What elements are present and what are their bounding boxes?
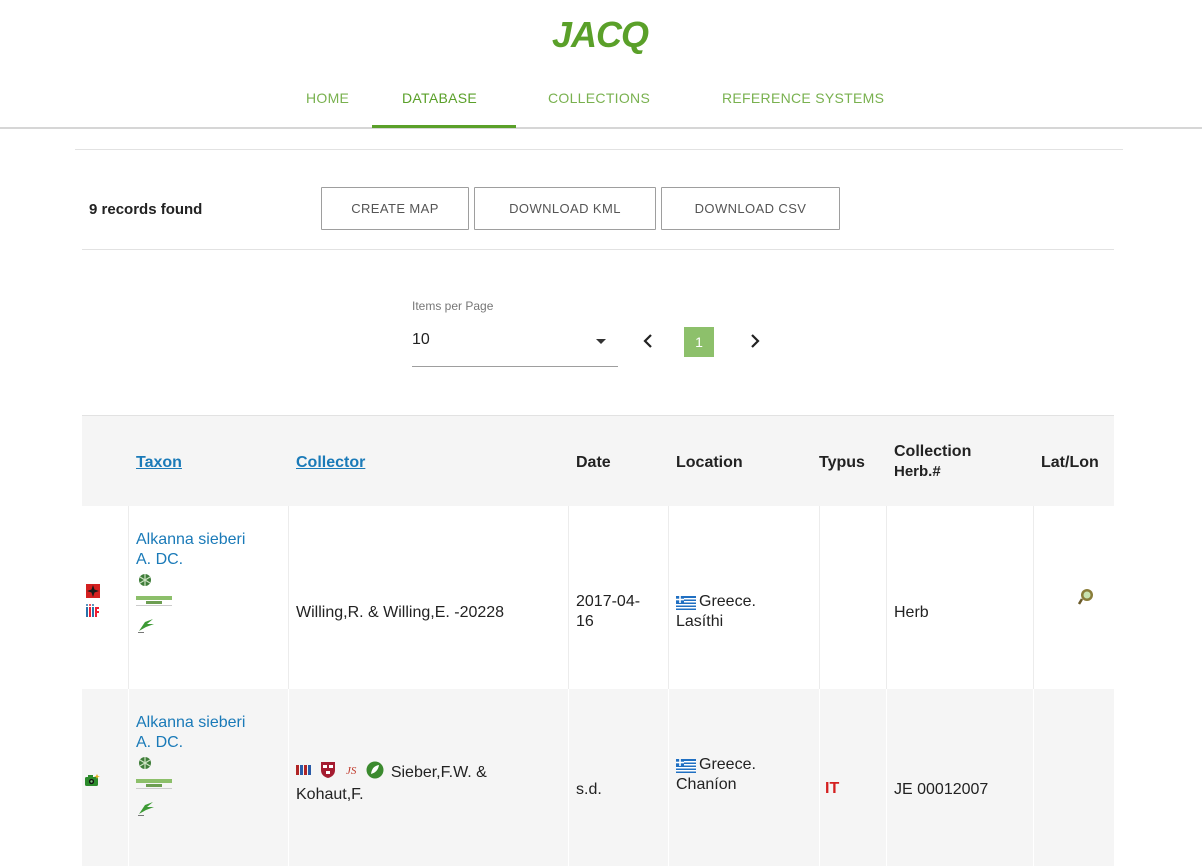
gbif-leaf-icon[interactable]: [366, 761, 384, 785]
header-date: Date: [576, 454, 611, 471]
nav-reference-systems[interactable]: REFERENCE SYSTEMS: [722, 90, 884, 129]
active-tab-indicator: [372, 125, 516, 128]
divider: [75, 149, 1123, 150]
plant-logo-icon[interactable]: [137, 755, 153, 776]
create-map-button[interactable]: CREATE MAP: [321, 187, 469, 230]
europlusmed-icon[interactable]: [136, 776, 172, 797]
typus-badge: IT: [825, 780, 840, 797]
items-per-page-value: 10: [412, 331, 430, 348]
leaf-logo-icon[interactable]: [136, 797, 156, 822]
collector-text: Willing,R. & Willing,E. -20228: [296, 604, 505, 621]
location-text: Greece. Lasíthi: [676, 593, 756, 630]
divider: [82, 249, 1114, 250]
map-pin-icon[interactable]: [1077, 588, 1095, 611]
europlusmed-icon[interactable]: [136, 593, 172, 614]
iiif-icon[interactable]: [86, 604, 100, 623]
items-per-page-select[interactable]: 10: [412, 325, 618, 367]
sort-taxon-link[interactable]: Taxon: [136, 454, 182, 471]
chevron-right-icon[interactable]: [743, 329, 767, 353]
records-count: 9 records found: [89, 201, 203, 218]
header-collection: Collection Herb.#: [894, 443, 972, 480]
collector-cell: JS Sieber,F.W. & Kohaut,F.: [296, 761, 556, 805]
jacq-logo[interactable]: JACQ: [530, 14, 670, 54]
svg-text:JACQ: JACQ: [552, 14, 649, 54]
header-location: Location: [676, 454, 743, 471]
jstor-icon[interactable]: JS: [345, 763, 359, 783]
nav-database[interactable]: DATABASE: [402, 90, 477, 129]
table-row: Alkanna sieberi A. DC. JS Sieber,F.W. & K…: [82, 689, 1114, 866]
taxon-link[interactable]: Alkanna sieberi A. DC.: [136, 714, 245, 751]
location-text: Greece. Chaníon: [676, 756, 756, 793]
svg-text:JS: JS: [346, 765, 357, 777]
date-text: s.d.: [576, 781, 602, 798]
collection-text: Herb: [894, 604, 929, 621]
plant-logo-icon[interactable]: [137, 572, 153, 593]
header-typus: Typus: [819, 454, 865, 471]
download-csv-button[interactable]: DOWNLOAD CSV: [661, 187, 840, 230]
nav-home[interactable]: HOME: [306, 90, 349, 129]
harvard-shield-icon[interactable]: [320, 761, 336, 785]
main-nav: HOME DATABASE COLLECTIONS REFERENCE SYST…: [0, 86, 1202, 129]
chevron-left-icon[interactable]: [636, 329, 660, 353]
items-per-page-label: Items per Page: [412, 299, 494, 313]
results-table-header: Taxon Collector Date Location Typus Coll…: [82, 415, 1114, 506]
download-kml-button[interactable]: DOWNLOAD KML: [474, 187, 656, 230]
collection-text: JE 00012007: [894, 781, 989, 798]
leaf-logo-icon[interactable]: [136, 614, 156, 639]
sort-collector-link[interactable]: Collector: [296, 454, 365, 471]
date-text: 2017-04- 16: [576, 593, 641, 630]
header-latlon: Lat/Lon: [1041, 454, 1099, 471]
dropdown-caret-icon: [596, 339, 606, 344]
table-row: Alkanna sieberi A. DC. Willing,R. & Willi…: [82, 506, 1114, 689]
camera-icon[interactable]: [84, 773, 100, 792]
page-number-button[interactable]: 1: [684, 327, 714, 357]
nav-collections[interactable]: COLLECTIONS: [548, 90, 650, 129]
library-icon[interactable]: [296, 763, 312, 783]
site-header: JACQ HOME DATABASE COLLECTIONS REFERENCE…: [0, 0, 1202, 129]
red-star-icon[interactable]: [86, 584, 100, 603]
taxon-link[interactable]: Alkanna sieberi A. DC.: [136, 531, 245, 568]
